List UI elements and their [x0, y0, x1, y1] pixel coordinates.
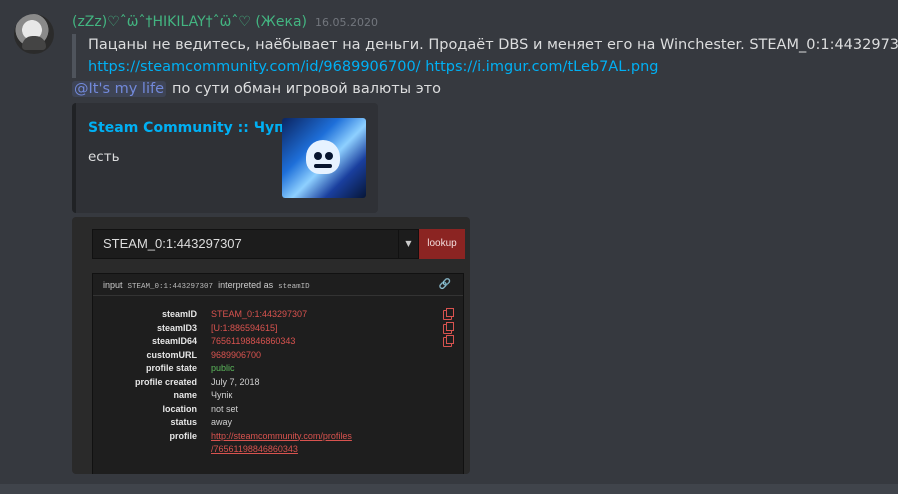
steam-profile-link[interactable]: https://steamcommunity.com/id/9689906700… [88, 59, 421, 75]
result-row: profile created July 7, 2018 [134, 376, 260, 387]
result-row: profile http://steamcommunity.com/profile… [93, 430, 463, 444]
result-row: steamID3 [U:1:886594615] [93, 321, 463, 336]
lookup-button[interactable]: lookup [419, 229, 465, 259]
link-embed: Steam Community :: Чупік есть [72, 103, 378, 213]
result-row: status away [170, 417, 233, 427]
result-row: profile state public [145, 363, 235, 373]
dropdown-toggle[interactable]: ▼ [398, 229, 419, 259]
result-row: location not set [162, 403, 239, 414]
result-header: input STEAM_0:1:443297307 interpreted as… [93, 274, 463, 296]
result-rows: steamID STEAM_0:1:443297307 steamID3 [U:1:… [93, 308, 463, 457]
reply-line: @It's my life по сути обман игровой валю… [72, 78, 441, 100]
quote-links: https://steamcommunity.com/id/9689906700… [88, 56, 872, 78]
imgur-link[interactable]: https://i.imgur.com/tLeb7AL.png [425, 59, 658, 75]
embed-thumbnail[interactable] [282, 118, 366, 198]
profile-link[interactable]: http://steamcommunity.com/profiles [211, 430, 352, 444]
message-input-strip[interactable] [0, 484, 898, 494]
timestamp: 16.05.2020 [315, 16, 378, 29]
result-row: name Чупік [173, 390, 233, 400]
message-header: (zZz)♡ˆω̈ˆ†HIKILAY†ˆω̈ˆ♡ (Жека) 16.05.20… [72, 14, 378, 32]
username[interactable]: (zZz)♡ˆω̈ˆ†HIKILAY†ˆω̈ˆ♡ (Жека) [72, 14, 307, 30]
result-row: steamID64 76561198846860343 [93, 335, 463, 349]
copy-icon[interactable] [443, 308, 454, 320]
link-icon[interactable]: 🔗 [439, 274, 451, 296]
block-quote: Пацаны не ведитесь, наёбывает на деньги.… [72, 34, 898, 78]
result-row: /76561198846860343 [93, 443, 463, 457]
embed-title[interactable]: Steam Community :: Чупік [88, 120, 298, 136]
user-mention[interactable]: @It's my life [72, 81, 167, 97]
profile-link-cont[interactable]: /76561198846860343 [211, 443, 298, 457]
attached-screenshot[interactable]: STEAM_0:1:443297307 ▼ lookup input STEAM… [72, 217, 470, 474]
quote-text: Пацаны не ведитесь, наёбывает на деньги.… [88, 37, 898, 53]
embed-description: есть [88, 149, 120, 165]
reply-text: по сути обман игровой валюты это [172, 81, 441, 97]
copy-icon[interactable] [443, 335, 454, 347]
user-avatar[interactable] [14, 14, 54, 54]
skull-avatar-image [306, 140, 340, 174]
result-row: steamID STEAM_0:1:443297307 [93, 308, 463, 322]
result-panel: input STEAM_0:1:443297307 interpreted as… [92, 273, 464, 474]
result-row: customURL 9689906700 [146, 349, 262, 360]
steamid-input[interactable]: STEAM_0:1:443297307 [92, 229, 400, 259]
caret-down-icon: ▼ [405, 239, 412, 248]
copy-icon[interactable] [443, 321, 454, 334]
